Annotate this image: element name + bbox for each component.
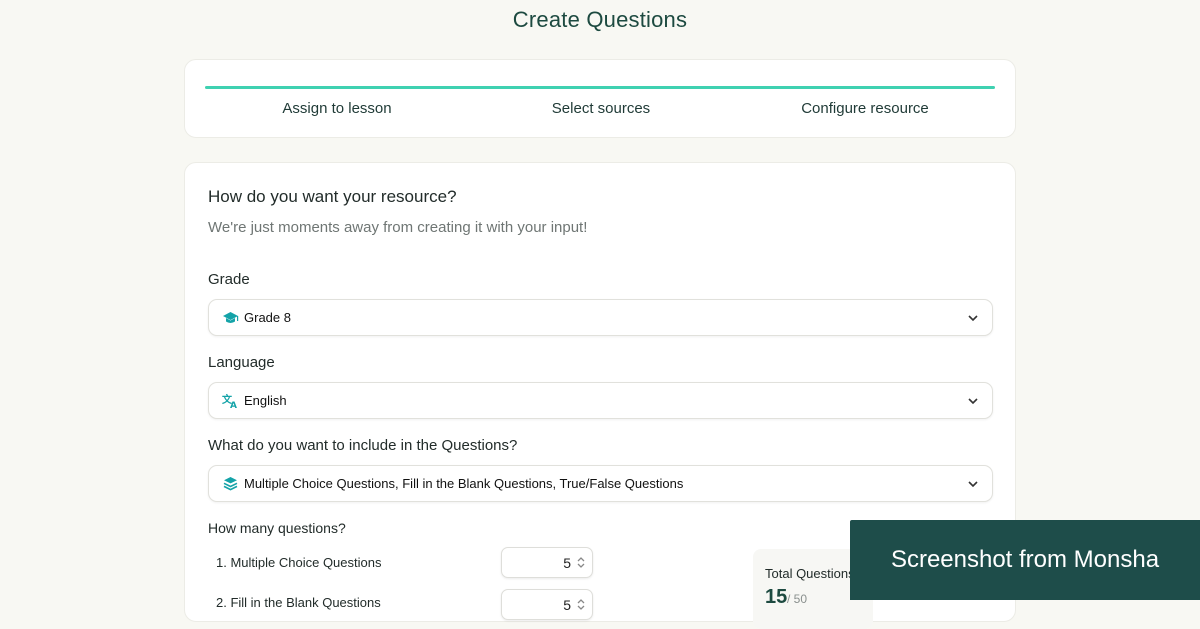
language-label: Language xyxy=(208,354,275,371)
include-label: What do you want to include in the Quest… xyxy=(208,437,518,454)
watermark-banner: Screenshot from Monsha xyxy=(850,520,1200,600)
step-select-sources[interactable]: Select sources xyxy=(552,100,650,117)
translate-icon: 文A xyxy=(221,392,239,410)
total-questions-max: / 50 xyxy=(787,592,808,606)
form-heading: How do you want your resource? xyxy=(208,187,457,206)
question-count-label: How many questions? xyxy=(208,520,346,536)
fill-blank-count-value: 5 xyxy=(563,597,571,613)
page-title: Create Questions xyxy=(512,7,688,32)
chevron-down-icon xyxy=(966,394,980,408)
mcq-count-label: 1. Multiple Choice Questions xyxy=(216,555,382,570)
total-questions-count: 15 xyxy=(765,586,788,608)
graduation-cap-icon xyxy=(221,309,239,327)
fill-blank-count-label: 2. Fill in the Blank Questions xyxy=(216,595,381,610)
spin-arrows-icon[interactable] xyxy=(576,597,586,612)
form-subheading: We're just moments away from creating it… xyxy=(208,219,588,236)
language-select[interactable]: 文A English xyxy=(208,382,993,419)
step-configure-resource[interactable]: Configure resource xyxy=(801,100,929,117)
spin-arrows-icon[interactable] xyxy=(576,555,586,570)
mcq-count-stepper[interactable]: 5 xyxy=(501,547,593,578)
include-select[interactable]: Multiple Choice Questions, Fill in the B… xyxy=(208,465,993,502)
total-questions-label: Total Questions xyxy=(765,566,855,581)
layers-icon xyxy=(221,475,239,493)
step-assign-to-lesson[interactable]: Assign to lesson xyxy=(282,100,391,117)
fill-blank-count-stepper[interactable]: 5 xyxy=(501,589,593,620)
mcq-count-value: 5 xyxy=(563,555,571,571)
language-value: English xyxy=(244,393,287,408)
stepper-card: Assign to lesson Select sources Configur… xyxy=(184,59,1016,138)
chevron-down-icon xyxy=(966,311,980,325)
stepper-progress-bar xyxy=(205,86,995,89)
grade-select[interactable]: Grade 8 xyxy=(208,299,993,336)
include-value: Multiple Choice Questions, Fill in the B… xyxy=(244,476,684,491)
grade-label: Grade xyxy=(208,271,250,288)
svg-text:A: A xyxy=(230,401,237,409)
chevron-down-icon xyxy=(966,477,980,491)
grade-value: Grade 8 xyxy=(244,310,291,325)
